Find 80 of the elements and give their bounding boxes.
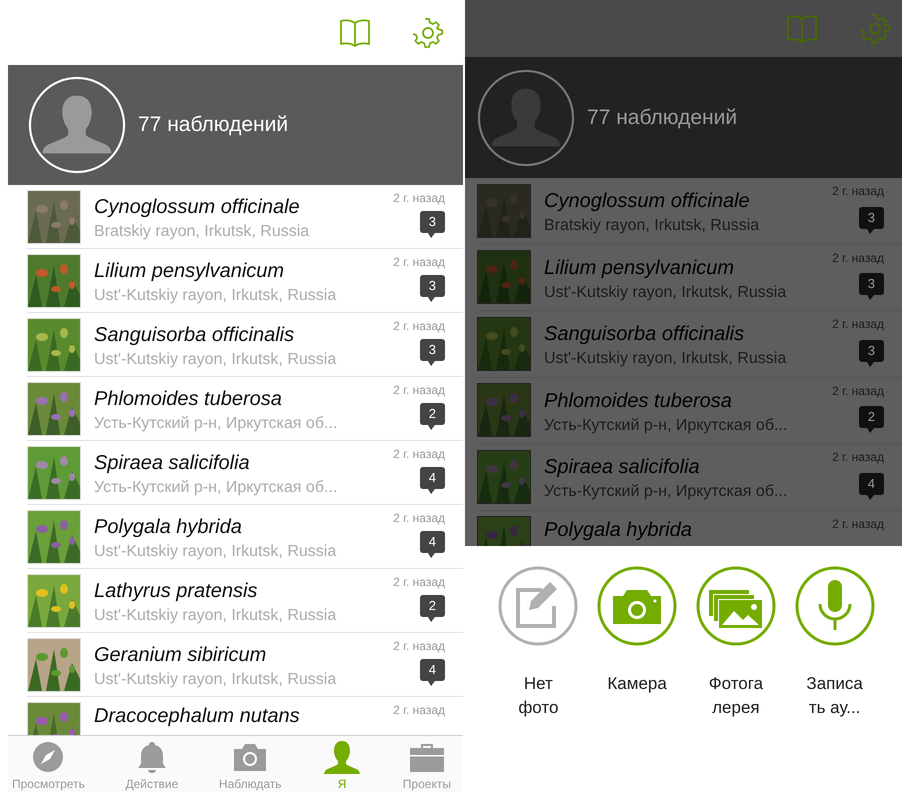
- species-name: Sanguisorba officinalis: [544, 323, 746, 346]
- comment-count: 3: [420, 339, 445, 366]
- observation-row[interactable]: Phlomoides tuberosa Усть-Кутский р-н, Иркутская об... 2 г. назад 2: [27, 377, 463, 441]
- species-name: Cynoglossum officinale: [544, 190, 751, 214]
- comment-count: 2: [420, 595, 445, 622]
- species-name: Lilium pensylvanicum: [544, 256, 736, 280]
- observation-row[interactable]: Spiraea salicifolia Усть-Кутский р-н, Иркутская об... 2 г. назад 4: [477, 444, 902, 510]
- observation-row[interactable]: Sanguisorba officinalis Ust'-Kutskiy rayon, Irkutsk, Russia 2 г. назад 3: [27, 313, 463, 377]
- time-ago: 2 г. назад: [393, 255, 445, 269]
- observation-row[interactable]: Cynoglossum officinale Bratskiy rayon, Irkutsk, Russia 2 г. назад 3: [477, 178, 902, 244]
- add-option-button[interactable]: Нет фото: [497, 566, 580, 720]
- observation-count: 77 наблюдений: [138, 113, 288, 137]
- book-icon[interactable]: [786, 14, 818, 44]
- comment-count: 2: [858, 406, 884, 433]
- observation-row[interactable]: Phlomoides tuberosa Усть-Кутский р-н, Иркутская об... 2 г. назад 2: [477, 378, 902, 444]
- add-option-button[interactable]: Записать ау...: [794, 566, 876, 720]
- comment-count: 3: [858, 206, 884, 234]
- species-name: Geranium sibiricum: [94, 644, 268, 667]
- location-text: Усть-Кутский р-н, Иркутская об...: [94, 479, 338, 497]
- comment-count: 4: [420, 659, 445, 686]
- species-name: Phlomoides tuberosa: [544, 390, 733, 413]
- location-text: Усть-Кутский р-н, Иркутская об...: [94, 415, 338, 433]
- species-name: Spiraea salicifolia: [544, 456, 701, 480]
- location-text: Ust'-Kutskiy rayon, Irkutsk, Russia: [94, 543, 338, 561]
- time-ago: 2 г. назад: [393, 447, 445, 461]
- time-ago: 2 г. назад: [393, 191, 445, 205]
- person-icon: [322, 740, 362, 774]
- observation-row[interactable]: Cynoglossum officinale Bratskiy rayon, Irkutsk, Russia 2 г. назад 3: [27, 185, 463, 249]
- time-ago: 2 г. назад: [393, 575, 445, 589]
- time-ago: 2 г. назад: [832, 516, 884, 530]
- species-name: Phlomoides tuberosa: [94, 388, 283, 411]
- location-text: Ust'-Kutskiy rayon, Irkutsk, Russia: [94, 351, 338, 369]
- time-ago: 2 г. назад: [832, 450, 884, 464]
- observation-row[interactable]: Geranium sibiricum Ust'-Kutskiy rayon, Irkutsk, Russia 2 г. назад 4: [27, 633, 463, 697]
- location-text: Ust'-Kutskiy rayon, Irkutsk, Russia: [94, 671, 338, 689]
- species-name: Sanguisorba officinalis: [94, 324, 296, 347]
- observation-row[interactable]: Sanguisorba officinalis Ust'-Kutskiy rayon, Irkutsk, Russia 2 г. назад 3: [477, 311, 902, 378]
- location-text: Bratskiy rayon, Irkutsk, Russia: [544, 217, 760, 236]
- time-ago: 2 г. назад: [393, 639, 445, 653]
- time-ago: 2 г. назад: [832, 184, 884, 198]
- add-option-button[interactable]: Фотогалерея: [694, 566, 777, 720]
- time-ago: 2 г. назад: [393, 703, 445, 717]
- comment-count: 4: [420, 467, 445, 494]
- observation-row[interactable]: Lilium pensylvanicum Ust'-Kutskiy rayon, Irkutsk, Russia 2 г. назад 3: [27, 249, 463, 313]
- observation-row[interactable]: Spiraea salicifolia Усть-Кутский р-н, Иркутская об... 2 г. назад 4: [27, 441, 463, 505]
- time-ago: 2 г. назад: [393, 511, 445, 525]
- comment-count: 3: [420, 211, 445, 238]
- comment-count: 3: [858, 273, 884, 300]
- species-name: Cynoglossum officinale: [94, 196, 301, 219]
- location-text: Bratskiy rayon, Irkutsk, Russia: [94, 223, 310, 241]
- comment-count: 4: [858, 472, 884, 500]
- species-name: Polygala hybrida: [94, 516, 243, 539]
- location-text: Ust'-Kutskiy rayon, Irkutsk, Russia: [544, 284, 788, 302]
- species-name: Lilium pensylvanicum: [94, 260, 286, 283]
- location-text: Усть-Кутский р-н, Иркутская об...: [544, 416, 788, 435]
- comment-count: 2: [420, 403, 445, 430]
- time-ago: 2 г. назад: [832, 384, 884, 398]
- comment-count: 3: [858, 340, 884, 366]
- species-name: Spiraea salicifolia: [94, 452, 251, 475]
- observation-row[interactable]: Polygala hybrida Ust'-Kutskiy rayon, Irkutsk, Russia 2 г. назад 4: [27, 505, 463, 569]
- time-ago: 2 г. назад: [832, 250, 884, 264]
- location-text: Ust'-Kutskiy rayon, Irkutsk, Russia: [94, 607, 338, 625]
- observation-row[interactable]: Lathyrus pratensis Ust'-Kutskiy rayon, Irkutsk, Russia 2 г. назад 2: [27, 569, 463, 633]
- species-name: Lathyrus pratensis: [94, 580, 258, 603]
- location-text: Усть-Кутский р-н, Иркутская об...: [544, 483, 788, 502]
- location-text: Ust'-Kutskiy rayon, Irkutsk, Russia: [544, 350, 788, 368]
- observation-row[interactable]: Lilium pensylvanicum Ust'-Kutskiy rayon, Irkutsk, Russia 2 г. назад 3: [477, 244, 902, 311]
- avatar-icon[interactable]: [477, 68, 575, 166]
- time-ago: 2 г. назад: [832, 317, 884, 331]
- time-ago: 2 г. назад: [393, 319, 445, 333]
- location-text: Ust'-Kutskiy rayon, Irkutsk, Russia: [94, 287, 338, 305]
- settings-icon[interactable]: [860, 14, 890, 44]
- settings-icon[interactable]: [413, 18, 443, 48]
- time-ago: 2 г. назад: [393, 383, 445, 397]
- comment-count: 3: [420, 275, 445, 302]
- species-name: Polygala hybrida: [544, 518, 693, 542]
- book-icon[interactable]: [339, 18, 371, 48]
- comment-count: 4: [420, 531, 445, 558]
- species-name: Dracocephalum nutans: [94, 705, 301, 728]
- observation-count: 77 наблюдений: [587, 106, 738, 130]
